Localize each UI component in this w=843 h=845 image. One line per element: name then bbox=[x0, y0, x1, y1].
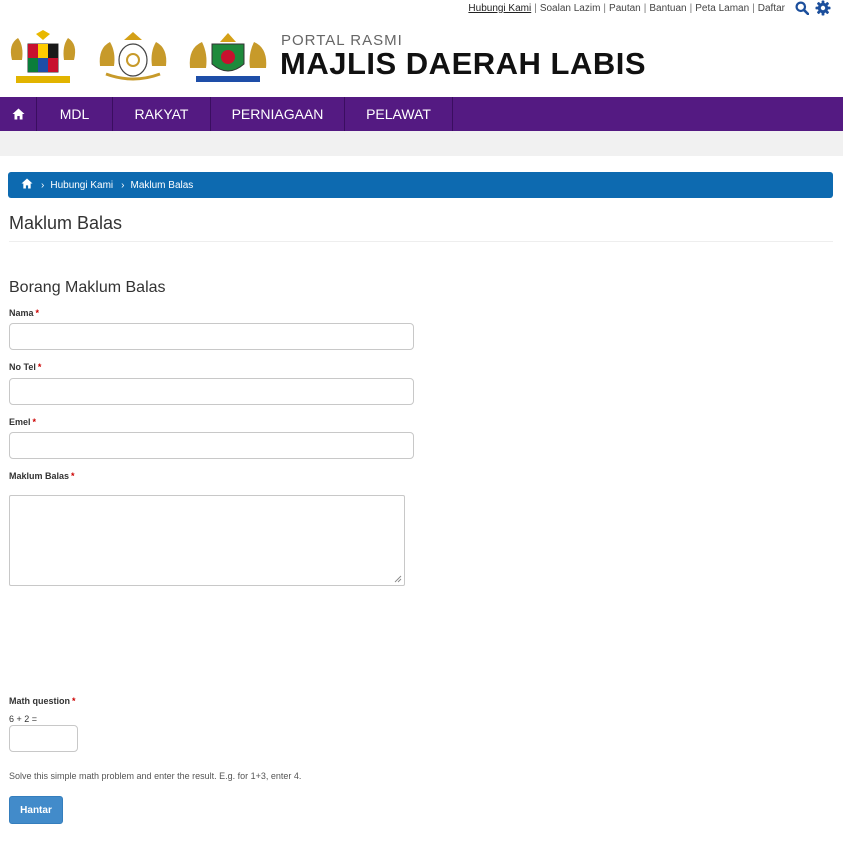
breadcrumb-home-icon[interactable] bbox=[21, 178, 33, 192]
home-icon bbox=[12, 108, 24, 120]
emel-label: Emel * bbox=[9, 417, 37, 427]
math-answer-input[interactable] bbox=[9, 725, 78, 752]
chevron-right-icon: › bbox=[121, 179, 125, 191]
breadcrumb-hubungi-kami[interactable]: Hubungi Kami bbox=[50, 180, 113, 191]
nav-item-rakyat[interactable]: RAKYAT bbox=[113, 97, 211, 131]
link-hubungi-kami[interactable]: Hubungi Kami bbox=[468, 3, 531, 14]
nav-item-mdl[interactable]: MDL bbox=[37, 97, 113, 131]
form-title: Borang Maklum Balas bbox=[9, 279, 166, 296]
emel-input[interactable] bbox=[9, 432, 414, 459]
sub-nav-band bbox=[0, 131, 843, 156]
nav-item-perniagaan[interactable]: PERNIAGAAN bbox=[211, 97, 345, 131]
link-soalan-lazim[interactable]: Soalan Lazim bbox=[540, 3, 601, 14]
link-daftar[interactable]: Daftar bbox=[758, 3, 785, 14]
top-utility-links: Hubungi Kami | Soalan Lazim | Pautan | B… bbox=[468, 0, 831, 16]
maklumbalas-label: Maklum Balas * bbox=[9, 471, 75, 481]
math-question-text: 6 + 2 = bbox=[9, 714, 38, 724]
gear-icon[interactable] bbox=[815, 0, 831, 16]
chevron-right-icon: › bbox=[41, 179, 45, 191]
coat-of-arms-malaysia-logo[interactable] bbox=[6, 30, 80, 86]
notel-label: No Tel * bbox=[9, 362, 42, 372]
page-title: Maklum Balas bbox=[9, 213, 123, 233]
notel-input[interactable] bbox=[9, 378, 414, 405]
submit-button[interactable]: Hantar bbox=[9, 796, 63, 824]
link-peta-laman[interactable]: Peta Laman bbox=[695, 3, 749, 14]
link-bantuan[interactable]: Bantuan bbox=[649, 3, 686, 14]
search-icon[interactable] bbox=[795, 1, 810, 16]
site-header: PORTAL RASMI MAJLIS DAERAH LABIS bbox=[0, 22, 843, 97]
resize-handle-icon bbox=[394, 575, 402, 583]
breadcrumb-maklum-balas: Maklum Balas bbox=[130, 179, 194, 191]
mdl-crest-logo[interactable] bbox=[186, 30, 270, 86]
maklumbalas-textarea[interactable] bbox=[9, 495, 405, 586]
johor-crest-logo[interactable] bbox=[96, 30, 170, 86]
math-hint: Solve this simple math problem and enter… bbox=[9, 771, 302, 781]
nav-home-button[interactable] bbox=[0, 97, 37, 131]
divider bbox=[9, 241, 833, 242]
nama-input[interactable] bbox=[9, 323, 414, 350]
nav-item-pelawat[interactable]: PELAWAT bbox=[345, 97, 453, 131]
link-pautan[interactable]: Pautan bbox=[609, 3, 641, 14]
main-navigation: MDL RAKYAT PERNIAGAAN PELAWAT bbox=[0, 97, 843, 131]
breadcrumb: › Hubungi Kami › Maklum Balas bbox=[8, 172, 833, 198]
site-title: MAJLIS DAERAH LABIS bbox=[280, 46, 647, 81]
nama-label: Nama * bbox=[9, 308, 40, 318]
math-question-label: Math question * bbox=[9, 696, 76, 706]
